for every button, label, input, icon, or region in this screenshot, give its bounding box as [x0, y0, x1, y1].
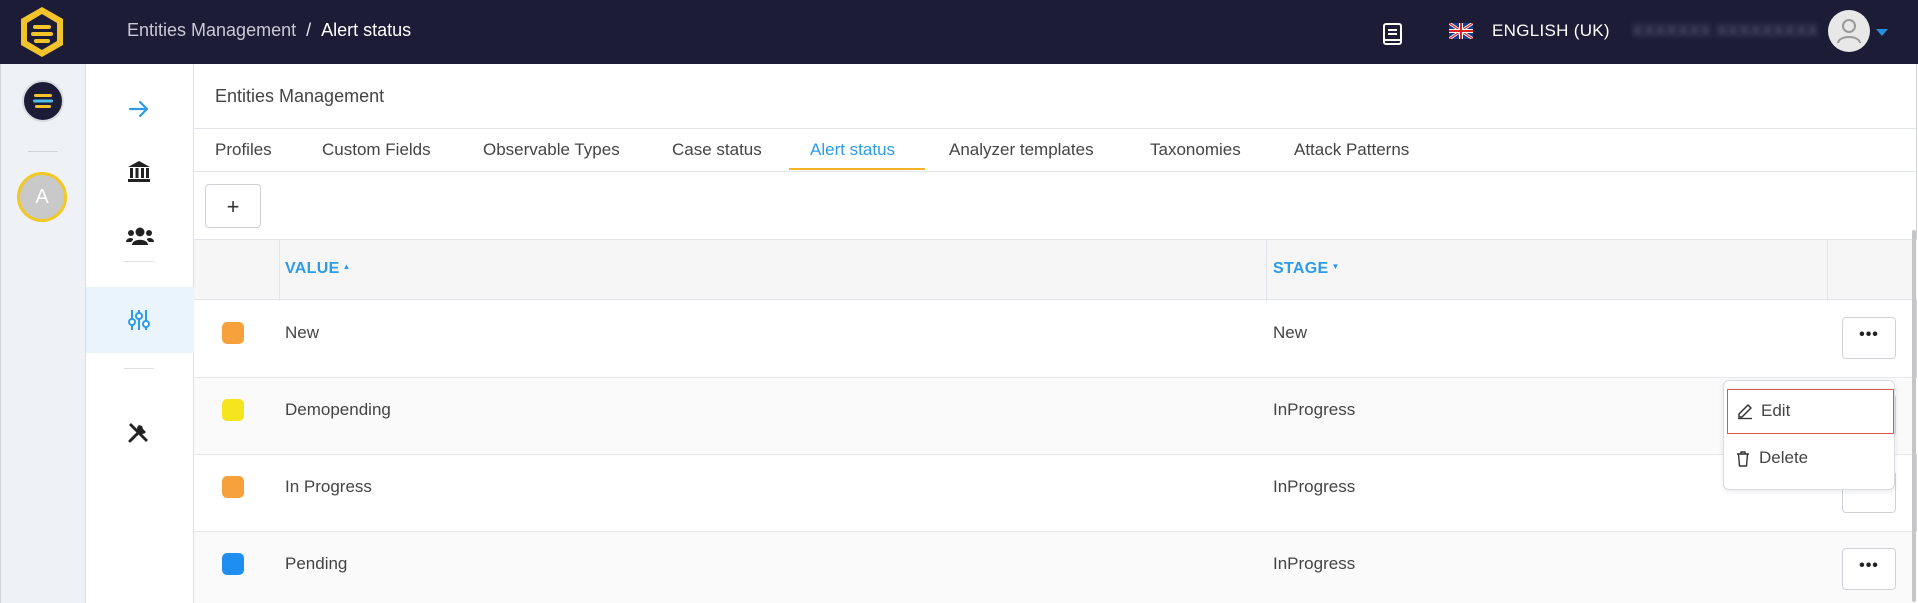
status-color-swatch [222, 322, 244, 344]
users-icon [126, 227, 154, 245]
rail-divider [28, 151, 58, 152]
active-tab-indicator [789, 168, 925, 170]
row-actions-button[interactable]: ••• [1842, 317, 1896, 359]
column-separator [1827, 240, 1828, 301]
entity-tabs: Profiles Custom Fields Observable Types … [194, 129, 1917, 172]
chevron-down-icon[interactable] [1876, 29, 1888, 36]
column-header-stage[interactable]: STAGE ▼ [1273, 260, 1340, 278]
pencil-icon [1738, 404, 1752, 420]
tab-case-status[interactable]: Case status [672, 140, 762, 160]
status-stage: New [1273, 323, 1308, 342]
status-color-swatch [222, 553, 244, 575]
menu-item-label: Delete [1759, 448, 1809, 467]
breadcrumb-separator: / [306, 20, 312, 40]
table-row: In Progress InProgress ••• [194, 455, 1917, 532]
top-bar: Entities Management / Alert status ENGLISH… [0, 0, 1918, 64]
breadcrumb-current: Alert status [321, 20, 412, 40]
more-icon: ••• [1859, 557, 1879, 574]
row-actions-button[interactable]: ••• [1842, 548, 1896, 590]
tab-attack-patterns[interactable]: Attack Patterns [1294, 140, 1409, 160]
bank-icon [128, 161, 150, 182]
status-value: Pending [285, 554, 348, 573]
add-alert-status-button[interactable]: + [205, 184, 261, 228]
breadcrumb: Entities Management / Alert status [127, 20, 411, 41]
arrow-right-icon [128, 100, 149, 118]
tab-taxonomies[interactable]: Taxonomies [1150, 140, 1241, 160]
status-stage: InProgress [1273, 400, 1356, 419]
sidebar-item-users[interactable] [86, 213, 194, 257]
menu-item-label: Edit [1761, 401, 1791, 420]
sort-asc-icon: ▲ [342, 262, 351, 271]
breadcrumb-parent[interactable]: Entities Management [127, 20, 296, 40]
organisation-avatar[interactable]: A [17, 172, 67, 222]
expand-sidebar-button[interactable] [86, 86, 194, 130]
admin-sidebar [86, 64, 194, 603]
status-stage: InProgress [1273, 554, 1356, 573]
status-value: New [285, 323, 320, 342]
sort-desc-icon: ▼ [1331, 262, 1340, 271]
plus-icon: + [226, 194, 240, 219]
column-separator [279, 240, 280, 301]
organisation-rail [0, 64, 86, 603]
row-actions-menu: Edit Delete [1723, 380, 1895, 490]
table-row: New New ••• [194, 301, 1917, 378]
status-color-swatch [222, 476, 244, 498]
menu-item-delete[interactable]: Delete [1724, 436, 1894, 480]
column-separator [1266, 240, 1267, 301]
sidebar-item-platform-management[interactable] [86, 409, 194, 453]
organisation-logo[interactable] [22, 80, 64, 122]
trash-icon [1737, 451, 1749, 467]
username-blurred[interactable]: XXXXXXX XXXXXXXXX [1632, 21, 1818, 41]
tab-analyzer-templates[interactable]: Analyzer templates [949, 140, 1094, 160]
menu-item-edit[interactable]: Edit [1727, 389, 1894, 434]
tab-observable-types[interactable]: Observable Types [483, 140, 620, 160]
sidebar-divider [124, 261, 154, 262]
uk-flag-icon[interactable] [1448, 21, 1474, 41]
documentation-icon[interactable] [1382, 22, 1404, 46]
table-row: Pending InProgress ••• [194, 532, 1917, 603]
tab-alert-status[interactable]: Alert status [810, 140, 895, 160]
column-header-value[interactable]: VALUE ▲ [285, 260, 351, 278]
table-row: Demopending InProgress ••• [194, 378, 1917, 455]
status-stage: InProgress [1273, 477, 1356, 496]
sidebar-divider [124, 368, 154, 369]
main-content: Entities Management Profiles Custom Fiel… [194, 64, 1917, 603]
page-title: Entities Management [215, 86, 385, 106]
sliders-icon [128, 310, 150, 330]
more-icon: ••• [1859, 326, 1879, 343]
tab-custom-fields[interactable]: Custom Fields [322, 140, 431, 160]
language-selector[interactable]: ENGLISH (UK) [1492, 21, 1610, 41]
page-scrollbar[interactable] [1912, 230, 1916, 602]
sidebar-item-organisations[interactable] [86, 148, 194, 192]
sidebar-item-entities-management[interactable] [86, 287, 194, 353]
tab-profiles[interactable]: Profiles [215, 140, 272, 160]
thehive-logo[interactable] [17, 5, 67, 59]
status-color-swatch [222, 399, 244, 421]
tools-icon [128, 423, 148, 443]
status-value: In Progress [285, 477, 372, 496]
user-avatar-icon[interactable] [1828, 10, 1870, 52]
table-header: VALUE ▲ STAGE ▼ [194, 239, 1917, 301]
status-value: Demopending [285, 400, 391, 419]
